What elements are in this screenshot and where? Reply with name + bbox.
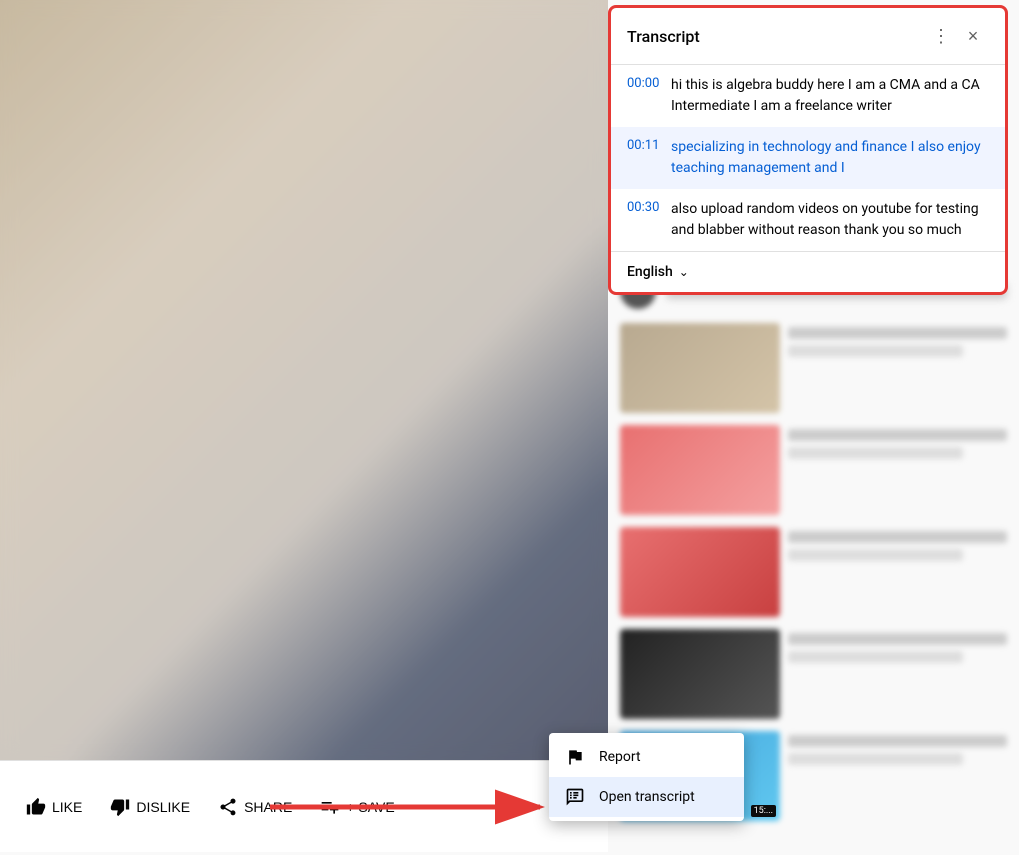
transcript-text-2: also upload random videos on youtube for…: [671, 199, 989, 241]
thumbnail-1: [620, 323, 780, 413]
thumb-meta-1: [788, 323, 1007, 413]
thumb-meta-4: [788, 629, 1007, 719]
close-icon: ×: [968, 26, 979, 47]
transcript-item-1[interactable]: 00:11 specializing in technology and fin…: [611, 127, 1005, 189]
save-icon: [320, 797, 340, 817]
share-icon: [218, 797, 238, 817]
chevron-down-icon: ⌄: [679, 265, 689, 279]
dislike-icon: [110, 797, 130, 817]
flag-icon: [565, 747, 585, 767]
video-controls: LIKE DISLIKE SHARE + SAVE ···: [0, 760, 608, 852]
transcript-text-1: specializing in technology and finance I…: [671, 137, 989, 179]
more-options-label: ···: [421, 796, 439, 816]
thumb-meta-3: [788, 527, 1007, 617]
thumbnail-4: [620, 629, 780, 719]
transcript-time-1: 00:11: [627, 137, 659, 179]
context-menu-open-transcript[interactable]: Open transcript: [549, 777, 744, 817]
transcript-icon: [565, 787, 585, 807]
transcript-body: 00:00 hi this is algebra buddy here I am…: [611, 65, 1005, 251]
save-label: + SAVE: [346, 799, 394, 815]
video-frame: [0, 0, 608, 760]
transcript-time-0: 00:00: [627, 75, 659, 117]
recommended-video-3[interactable]: [608, 521, 1019, 623]
context-menu: Report Open transcript: [549, 733, 744, 821]
like-button[interactable]: LIKE: [16, 789, 92, 825]
transcript-title: Transcript: [627, 27, 925, 46]
transcript-more-label: ⋮: [932, 26, 950, 47]
share-button[interactable]: SHARE: [208, 789, 302, 825]
transcript-item-2[interactable]: 00:30 also upload random videos on youtu…: [611, 189, 1005, 251]
transcript-item-0[interactable]: 00:00 hi this is algebra buddy here I am…: [611, 65, 1005, 127]
like-icon: [26, 797, 46, 817]
open-transcript-label: Open transcript: [599, 789, 695, 805]
share-label: SHARE: [244, 799, 292, 815]
recommended-video-1[interactable]: [608, 317, 1019, 419]
video-duration-badge: 15:...: [751, 805, 776, 817]
transcript-panel: Transcript ⋮ × 00:00 hi this is algebra …: [608, 5, 1008, 295]
report-label: Report: [599, 749, 641, 765]
video-player[interactable]: [0, 0, 608, 760]
thumbnail-2: [620, 425, 780, 515]
dislike-button[interactable]: DISLIKE: [100, 789, 200, 825]
thumb-meta-2: [788, 425, 1007, 515]
thumbnail-3: [620, 527, 780, 617]
recommended-video-4[interactable]: [608, 623, 1019, 725]
thumb-meta-5: [788, 731, 1007, 821]
transcript-text-0: hi this is algebra buddy here I am a CMA…: [671, 75, 989, 117]
context-menu-report[interactable]: Report: [549, 737, 744, 777]
transcript-close-button[interactable]: ×: [957, 20, 989, 52]
more-options-button[interactable]: ···: [413, 788, 447, 825]
save-button[interactable]: + SAVE: [310, 789, 404, 825]
like-label: LIKE: [52, 799, 82, 815]
recommended-video-2[interactable]: [608, 419, 1019, 521]
transcript-time-2: 00:30: [627, 199, 659, 241]
transcript-language-label: English: [627, 264, 673, 280]
dislike-label: DISLIKE: [136, 799, 190, 815]
transcript-language-selector[interactable]: English ⌄: [611, 251, 1005, 292]
transcript-more-options-button[interactable]: ⋮: [925, 20, 957, 52]
transcript-header: Transcript ⋮ ×: [611, 8, 1005, 65]
